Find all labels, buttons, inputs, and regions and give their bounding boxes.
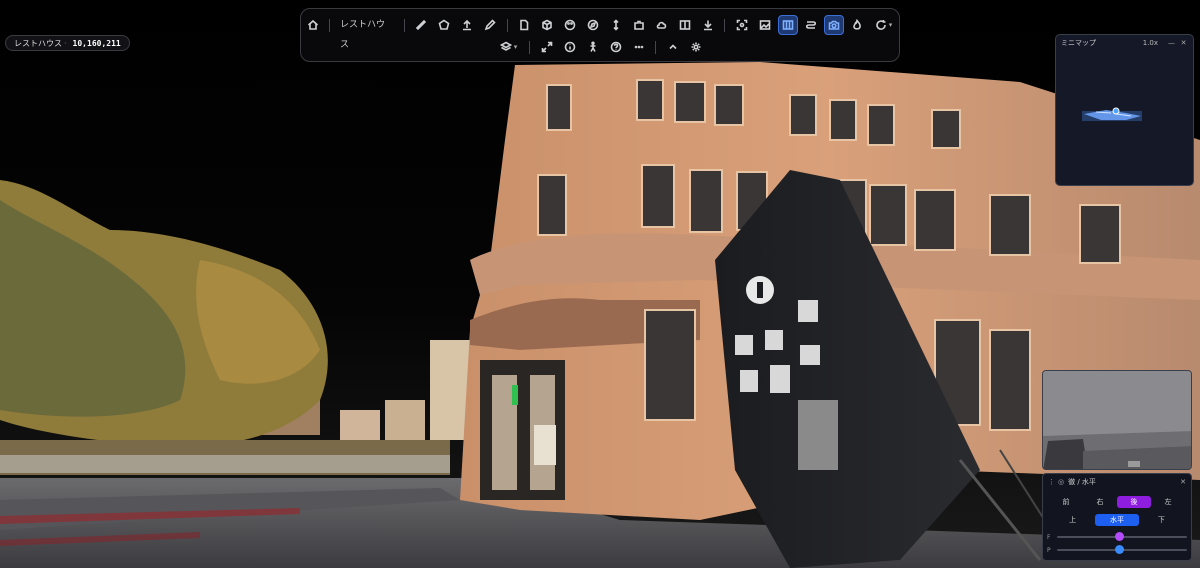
minimap-render — [1082, 107, 1142, 121]
point-count-value: 10,160,211 — [72, 39, 121, 48]
download-icon[interactable] — [698, 15, 718, 35]
direction-front-button[interactable]: 前 — [1049, 496, 1083, 508]
view-panel-header: ⋮ ◎ 徹 / 水平 ✕ — [1043, 474, 1191, 490]
minimap-canvas[interactable] — [1056, 50, 1193, 185]
compass-icon[interactable] — [583, 15, 603, 35]
panel-view-icon[interactable] — [777, 15, 798, 35]
collapse-icon[interactable] — [663, 37, 683, 57]
minimize-icon[interactable]: — — [1167, 38, 1176, 47]
slider-row-2: P — [1047, 545, 1187, 555]
scene-render — [0, 62, 1200, 568]
palette-icon[interactable] — [560, 15, 580, 35]
focus-icon[interactable] — [732, 15, 752, 35]
direction-back-button[interactable]: 後 — [1117, 496, 1151, 508]
direction-left-button[interactable]: 左 — [1151, 496, 1185, 508]
minimap-header: ミニマップ 1.0x — ✕ — [1056, 35, 1193, 50]
slider-1-label: F — [1047, 533, 1051, 541]
polygon-icon[interactable] — [434, 15, 454, 35]
main-toolbar: レストハウス ▾ ▾ — [300, 8, 900, 62]
camera-small-icon: ◎ — [1058, 478, 1065, 486]
more-icon[interactable] — [629, 37, 649, 57]
slider-2-track[interactable] — [1057, 545, 1187, 554]
minimap-panel: ミニマップ 1.0x — ✕ — [1055, 34, 1194, 186]
pen-icon[interactable] — [480, 15, 500, 35]
info-icon[interactable] — [560, 37, 580, 57]
cloud-icon[interactable] — [652, 15, 672, 35]
direction-row: 前 右 後 左 — [1043, 496, 1191, 508]
document-icon[interactable] — [514, 15, 534, 35]
minimap-title: ミニマップ — [1061, 38, 1096, 47]
camera-icon[interactable] — [823, 15, 844, 35]
image-edit-icon[interactable] — [755, 15, 775, 35]
slider-1-thumb[interactable] — [1115, 532, 1125, 541]
layers-icon[interactable]: ▾ — [495, 37, 523, 57]
route-icon[interactable] — [801, 15, 821, 35]
slider-2-thumb[interactable] — [1115, 545, 1125, 554]
tilt-level-button[interactable]: 水平 — [1094, 514, 1139, 526]
tilt-up-button[interactable]: 上 — [1056, 514, 1090, 526]
slider-row-1: F — [1047, 532, 1187, 542]
toolbar-row-2: ▾ — [301, 37, 899, 57]
slider-1-track[interactable] — [1057, 532, 1187, 541]
expand-icon[interactable] — [537, 37, 557, 57]
minimap-zoom-level[interactable]: 1.0x — [1143, 39, 1158, 47]
walk-icon[interactable] — [583, 37, 603, 57]
camera-position-marker — [1112, 107, 1120, 115]
ruler-icon[interactable] — [411, 15, 431, 35]
flame-icon[interactable] — [847, 15, 867, 35]
point-count-badge: レストハウス · 10,160,211 — [5, 35, 130, 51]
point-cloud-viewport[interactable] — [0, 0, 1200, 568]
refresh-icon[interactable]: ▾ — [870, 15, 898, 35]
view-panel-close-icon[interactable]: ✕ — [1180, 478, 1186, 486]
drag-handle-icon[interactable]: ⋮ — [1048, 478, 1055, 486]
close-icon[interactable]: ✕ — [1179, 38, 1188, 47]
view-control-panel: ⋮ ◎ 徹 / 水平 ✕ 前 右 後 左 上 水平 下 F P — [1042, 473, 1192, 561]
split-view-icon[interactable] — [675, 15, 695, 35]
puzzle-icon[interactable] — [629, 15, 649, 35]
height-icon[interactable] — [606, 15, 626, 35]
tilt-row: 上 水平 下 — [1043, 514, 1191, 526]
project-name-button[interactable]: レストハウス — [335, 15, 399, 50]
sub-camera-view[interactable] — [1042, 370, 1192, 470]
cube-icon[interactable] — [537, 15, 557, 35]
home-icon[interactable] — [303, 15, 323, 35]
direction-right-button[interactable]: 右 — [1083, 496, 1117, 508]
sub-camera-render — [1043, 371, 1191, 469]
help-icon[interactable] — [606, 37, 626, 57]
tilt-down-button[interactable]: 下 — [1144, 514, 1178, 526]
project-name-label: レストハウス — [14, 39, 62, 48]
view-panel-title: 徹 / 水平 — [1068, 478, 1096, 486]
settings-icon[interactable] — [686, 37, 706, 57]
slider-2-label: P — [1047, 546, 1051, 554]
upload-icon[interactable] — [457, 15, 477, 35]
toolbar-row-1: レストハウス ▾ — [301, 14, 899, 50]
